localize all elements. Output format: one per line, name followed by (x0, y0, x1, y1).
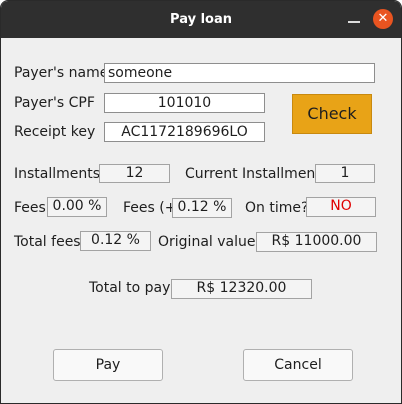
on-time-label: On time? (245, 200, 309, 216)
fees-plus-value: 0.12 % (172, 198, 232, 218)
original-value-value: R$ 11000.00 (256, 232, 377, 252)
total-fees-label: Total fees (14, 234, 81, 250)
current-installment-label: Current Installment (185, 166, 321, 182)
total-to-pay-label: Total to pay (89, 280, 171, 296)
payer-cpf-label: Payer's CPF (14, 95, 95, 111)
close-icon[interactable]: ✕ (373, 9, 393, 29)
installments-value: 12 (99, 164, 170, 183)
pay-loan-window: Pay loan ✕ Payer's name someone Payer's … (0, 0, 402, 404)
on-time-value: NO (306, 197, 376, 217)
total-to-pay-value: R$ 12320.00 (171, 279, 312, 299)
payer-name-label: Payer's name (14, 65, 109, 81)
installments-label: Installments (14, 166, 101, 182)
receipt-key-input[interactable]: AC1172189696LO (104, 122, 265, 142)
total-fees-value: 0.12 % (80, 231, 151, 251)
minimize-icon[interactable] (345, 10, 363, 28)
check-button[interactable]: Check (292, 94, 372, 134)
fees-value: 0.00 % (47, 197, 107, 217)
fees-label: Fees (14, 200, 46, 216)
pay-button[interactable]: Pay (53, 349, 163, 381)
dialog-content: Payer's name someone Payer's CPF 101010 … (1, 38, 401, 403)
payer-cpf-input[interactable]: 101010 (104, 93, 265, 113)
titlebar: Pay loan ✕ (1, 1, 401, 38)
window-title: Pay loan (170, 12, 232, 27)
cancel-button[interactable]: Cancel (243, 349, 353, 381)
original-value-label: Original value (158, 234, 256, 250)
receipt-key-label: Receipt key (14, 124, 96, 140)
current-installment-value: 1 (315, 164, 375, 183)
payer-name-input[interactable]: someone (104, 63, 375, 83)
